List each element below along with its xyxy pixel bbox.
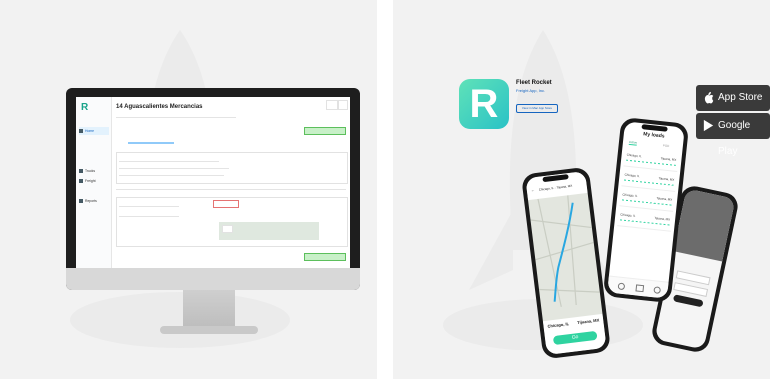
tab-documents[interactable] [150,142,174,144]
origin-city: Chicago, IL [547,321,570,329]
play-icon [703,119,714,132]
app-store-button[interactable]: App Store [696,85,770,111]
fleet-rocket-app-icon[interactable]: R [459,79,509,129]
go-button[interactable]: Go [552,330,598,346]
app-name: Fleet Rocket [516,80,552,86]
desktop-app-screen: R Home Trucks Freight Reports 14 Aguasca… [76,97,350,268]
package-icon [79,179,83,184]
truck-icon[interactable] [635,284,645,293]
shipment-table [116,152,348,184]
my-loads-screen: My loads Active POD Chicago, IL Tijuana,… [607,121,685,299]
apple-icon [704,91,714,104]
load-card[interactable]: Chicago, IL Tijuana, MX [617,209,673,232]
profile-button[interactable] [338,100,348,110]
route-title: Chicago, IL - Tijuana, MX [538,183,573,192]
tab-active[interactable]: Active [628,139,638,146]
home-icon [79,129,83,134]
route-summary-card: Chicago, IL Tijuana, MX Go [542,313,607,355]
bottom-nav [607,275,669,299]
monitor-stand-base [160,326,258,334]
monitor-chin [66,268,360,290]
notifications-button[interactable] [326,100,338,110]
form-field[interactable] [119,206,179,207]
load-card[interactable]: Chicago, IL Tijuana, MX [621,169,677,192]
home-icon[interactable] [617,282,626,291]
settings-icon[interactable] [653,286,662,294]
page-title: 14 Aguascalientes Mercancias [116,104,203,110]
map-toggle[interactable] [222,225,233,233]
monitor-stand [183,290,235,328]
table-row [119,161,219,162]
meta-line [116,117,236,118]
status-badge [304,127,346,135]
date-field[interactable] [213,200,239,208]
view-in-store-button[interactable]: View in Mac App Store [516,104,558,113]
form-field[interactable] [119,216,179,217]
table-row [119,175,224,176]
desktop-monitor: R Home Trucks Freight Reports 14 Aguasca… [66,88,360,290]
sidebar: R Home Trucks Freight Reports [76,97,112,268]
sidebar-item-reports[interactable]: Reports [79,197,109,205]
main-content: 14 Aguascalientes Mercancias [116,97,348,268]
tab-pod[interactable]: POD [663,143,670,148]
truck-icon [79,169,83,174]
google-play-button[interactable]: Google Play [696,113,770,157]
sidebar-item-home[interactable]: Home [79,127,109,135]
sidebar-item-freight[interactable]: Freight [79,177,109,185]
destination-city: Tijuana, MX [576,317,600,326]
login-header [673,188,736,262]
route-map[interactable] [219,222,319,240]
report-icon [79,199,83,204]
map-view[interactable] [528,193,601,309]
app-store-label: App Store [718,92,763,103]
app-logo-letter: R [469,82,499,126]
login-button[interactable] [672,294,704,308]
app-developer[interactable]: Freight App, Inc. [516,88,545,93]
table-row [119,168,229,169]
tab-details[interactable] [128,142,150,144]
load-card[interactable]: Chicago, IL Tijuana, MX [619,189,675,212]
save-button[interactable] [304,253,346,261]
brand-logo: R [81,102,89,113]
column-header-row [116,189,346,190]
sidebar-item-trucks[interactable]: Trucks [79,167,109,175]
back-arrow-icon[interactable]: ← [531,187,536,192]
google-play-label: Google Play [718,120,751,157]
load-card[interactable]: Chicago, IL Tijuana, MX [623,149,679,173]
